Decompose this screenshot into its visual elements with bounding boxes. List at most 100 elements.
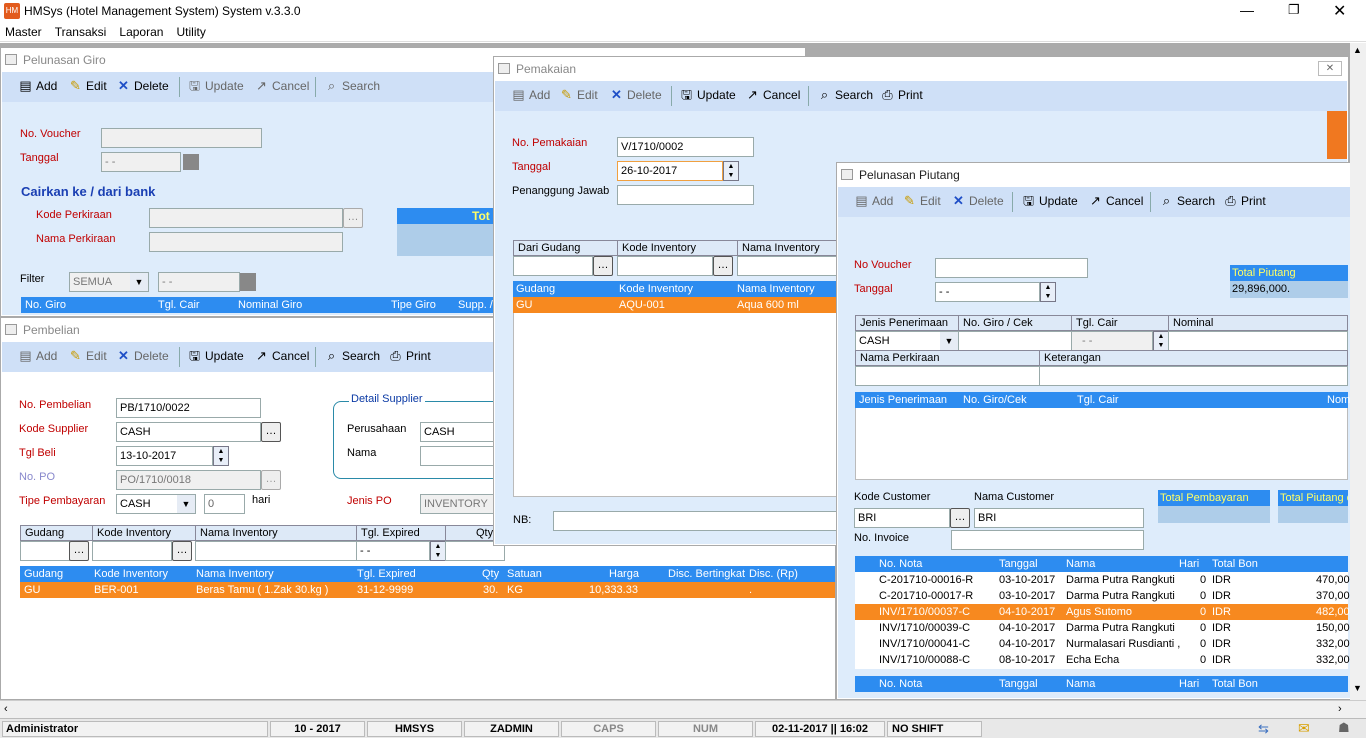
nb-input[interactable]: [553, 511, 849, 531]
chevron-down-icon[interactable]: ▼: [940, 332, 958, 350]
scroll-up-icon[interactable]: ▲: [1353, 45, 1362, 55]
search-button[interactable]: ⌕ Search: [1159, 194, 1215, 212]
keterangan-input[interactable]: [1039, 366, 1348, 386]
edit-button[interactable]: ✎ Edit: [559, 88, 598, 106]
tanggal-spinner[interactable]: ▲ ▼: [723, 161, 739, 181]
nama-perkiraan-input[interactable]: [149, 232, 343, 252]
search-button[interactable]: ⌕ Search: [817, 88, 873, 106]
penanggung-jawab-input[interactable]: [617, 185, 754, 205]
edit-button[interactable]: ✎ Edit: [68, 79, 107, 97]
tanggal-input[interactable]: - -: [935, 282, 1040, 302]
add-button[interactable]: ▤ Add: [854, 194, 893, 212]
no-invoice-input[interactable]: [951, 530, 1144, 550]
scroll-down-icon[interactable]: ▼: [1353, 683, 1362, 693]
tgl-beli-input[interactable]: 13-10-2017: [116, 446, 213, 466]
no-po-lookup-button[interactable]: …: [261, 470, 281, 490]
kode-inventory-lookup-button[interactable]: …: [713, 256, 733, 276]
nama-inventory-input[interactable]: [737, 256, 847, 276]
kode-perkiraan-lookup-button[interactable]: …: [343, 208, 363, 228]
table-row[interactable]: GU BER-001 Beras Tamu ( 1.Zak 30.kg ) 31…: [20, 582, 835, 598]
nama-perkiraan-input[interactable]: [855, 366, 1040, 386]
chevron-down-icon[interactable]: ▼: [130, 273, 148, 291]
tanggal-input[interactable]: - -: [101, 152, 181, 172]
scroll-right-icon[interactable]: ›: [1338, 703, 1342, 715]
tgl-cair-input[interactable]: - -: [1071, 331, 1153, 351]
minimize-icon[interactable]: —: [1240, 2, 1260, 18]
user-icon[interactable]: ☗: [1338, 720, 1350, 736]
no-voucher-input[interactable]: [101, 128, 262, 148]
dari-gudang-input[interactable]: [513, 256, 593, 276]
close-icon[interactable]: ✕: [1333, 1, 1353, 21]
scroll-left-icon[interactable]: ‹: [4, 703, 8, 715]
no-po-input[interactable]: PO/1710/0018: [116, 470, 261, 490]
date-picker-button[interactable]: [183, 154, 199, 170]
no-pembelian-input[interactable]: PB/1710/0022: [116, 398, 261, 418]
filter-date-input[interactable]: - -: [158, 272, 240, 292]
table-row[interactable]: INV/1710/00037-C 04-10-2017 Agus Sutomo …: [855, 604, 1350, 620]
cancel-button[interactable]: ↗ Cancel: [745, 88, 800, 106]
kode-supplier-input[interactable]: CASH: [116, 422, 261, 442]
update-button[interactable]: 🖫 Update: [187, 349, 244, 367]
search-button[interactable]: ⌕ Search: [324, 79, 380, 97]
mdi-vertical-scrollbar[interactable]: ▲ ▼: [1350, 43, 1366, 700]
print-button[interactable]: ⎙ Print: [880, 88, 922, 106]
menu-transaksi[interactable]: Transaksi: [50, 22, 112, 42]
perusahaan-input[interactable]: CASH: [420, 422, 500, 442]
nama-inventory-input[interactable]: [195, 541, 357, 561]
menu-utility[interactable]: Utility: [172, 22, 211, 42]
nominal-input[interactable]: [1168, 331, 1348, 351]
add-button[interactable]: ▤ Add: [18, 79, 57, 97]
tgl-cair-spinner[interactable]: ▲ ▼: [1153, 331, 1169, 351]
delete-button[interactable]: ✕ Delete: [116, 349, 169, 367]
kode-supplier-lookup-button[interactable]: …: [261, 422, 281, 442]
edit-button[interactable]: ✎ Edit: [68, 349, 107, 367]
kode-inventory-input[interactable]: [617, 256, 713, 276]
update-button[interactable]: 🖫 Update: [187, 79, 244, 97]
search-button[interactable]: ⌕ Search: [324, 349, 380, 367]
table-row[interactable]: INV/1710/00088-C 08-10-2017 Echa Echa 0 …: [855, 652, 1350, 668]
kode-inventory-input[interactable]: [92, 541, 172, 561]
chevron-down-icon[interactable]: ▼: [177, 495, 195, 513]
table-row[interactable]: GU AQU-001 Aqua 600 ml: [513, 297, 849, 313]
delete-button[interactable]: ✕ Delete: [116, 79, 169, 97]
no-giro-cek-input[interactable]: [958, 331, 1072, 351]
tgl-beli-spinner[interactable]: ▲ ▼: [213, 446, 229, 466]
print-button[interactable]: ⎙ Print: [388, 349, 430, 367]
tanggal-spinner[interactable]: ▲ ▼: [1040, 282, 1056, 302]
table-row[interactable]: C-201710-00016-R 03-10-2017 Darma Putra …: [855, 572, 1350, 588]
nama-customer-input[interactable]: BRI: [974, 508, 1144, 528]
menu-laporan[interactable]: Laporan: [114, 22, 168, 42]
table-row[interactable]: C-201710-00017-R 03-10-2017 Darma Putra …: [855, 588, 1350, 604]
delete-button[interactable]: ✕ Delete: [951, 194, 1004, 212]
add-button[interactable]: ▤ Add: [18, 349, 57, 367]
network-icon[interactable]: ⇆: [1258, 721, 1269, 737]
print-button[interactable]: ⎙ Print: [1223, 194, 1265, 212]
cancel-button[interactable]: ↗ Cancel: [1088, 194, 1143, 212]
maximize-icon[interactable]: ❐: [1288, 2, 1308, 18]
table-row[interactable]: INV/1710/00039-C 04-10-2017 Darma Putra …: [855, 620, 1350, 636]
update-button[interactable]: 🖫 Update: [1021, 194, 1078, 212]
kode-perkiraan-input[interactable]: [149, 208, 343, 228]
cancel-button[interactable]: ↗ Cancel: [254, 349, 309, 367]
table-row[interactable]: INV/1710/00041-C 04-10-2017 Nurmalasari …: [855, 636, 1350, 652]
nama-input[interactable]: [420, 446, 500, 466]
dari-gudang-lookup-button[interactable]: …: [593, 256, 613, 276]
tgl-expired-spinner[interactable]: ▲ ▼: [430, 541, 446, 561]
mdi-horizontal-scrollbar[interactable]: ‹ ›: [0, 700, 1366, 718]
jenis-po-input[interactable]: INVENTORY: [420, 494, 500, 514]
add-button[interactable]: ▤ Add: [511, 88, 550, 106]
edit-button[interactable]: ✎ Edit: [902, 194, 941, 212]
menu-master[interactable]: Master: [0, 22, 47, 42]
window-close-button[interactable]: ✕: [1318, 61, 1342, 76]
date-picker-button[interactable]: [240, 273, 256, 291]
hari-input[interactable]: 0: [204, 494, 245, 514]
gudang-lookup-button[interactable]: …: [69, 541, 89, 561]
delete-button[interactable]: ✕ Delete: [609, 88, 662, 106]
cancel-button[interactable]: ↗ Cancel: [254, 79, 309, 97]
kode-inventory-lookup-button[interactable]: …: [172, 541, 192, 561]
mail-icon[interactable]: ✉: [1298, 720, 1310, 737]
update-button[interactable]: 🖫 Update: [679, 88, 736, 106]
kode-customer-input[interactable]: BRI: [854, 508, 950, 528]
no-voucher-input[interactable]: [935, 258, 1088, 278]
tgl-expired-input[interactable]: - -: [356, 541, 430, 561]
